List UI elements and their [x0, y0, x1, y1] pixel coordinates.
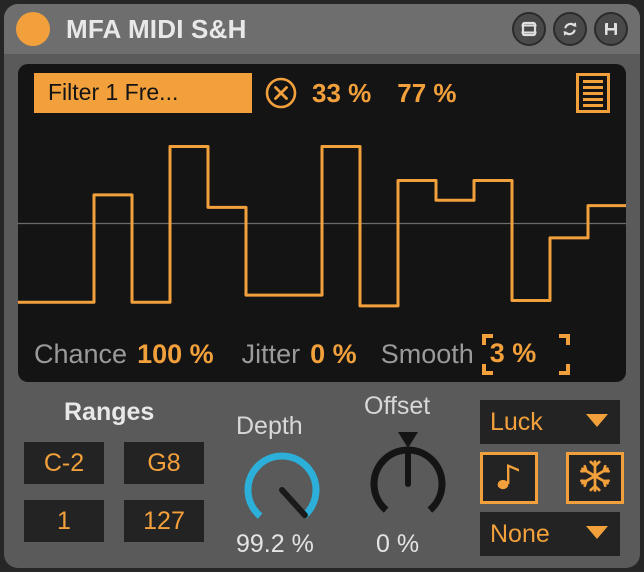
- selection-corner-icon: [559, 364, 571, 375]
- selection-corner-icon: [481, 364, 493, 375]
- title-bar: MFA MIDI S&H: [4, 4, 640, 54]
- title-bar-actions: [512, 12, 628, 46]
- list-menu-icon: [583, 97, 603, 101]
- sync-dropdown[interactable]: None: [480, 512, 620, 556]
- power-led[interactable]: [16, 12, 50, 46]
- circle-x-icon: [264, 77, 298, 114]
- mode-dropdown[interactable]: Luck: [480, 400, 620, 444]
- chance-value[interactable]: 100 %: [137, 339, 214, 370]
- sync-dropdown-value: None: [490, 519, 550, 548]
- note-toggle[interactable]: [480, 452, 538, 504]
- offset-knob-svg: [370, 432, 446, 513]
- refresh-sync-icon: [560, 19, 580, 39]
- selection-corner-icon: [481, 334, 493, 345]
- chevron-down-icon: [584, 412, 610, 433]
- waveform-trace: [18, 145, 626, 308]
- range-velocity-low[interactable]: 1: [24, 500, 104, 542]
- smooth-value-selected[interactable]: 3 %: [481, 334, 571, 375]
- chance-label: Chance: [34, 339, 128, 369]
- device-panel: MFA MIDI S&H Filter 1 Fre... 33 % 77 % C…: [4, 4, 640, 568]
- target-parameter-button[interactable]: Filter 1 Fre...: [34, 73, 252, 113]
- mode-dropdown-value: Luck: [490, 407, 543, 436]
- smooth-value: 3 %: [489, 338, 537, 368]
- depth-knob-svg: [244, 452, 320, 519]
- list-menu-icon: [583, 79, 603, 83]
- display-footer: Chance 100 % Jitter 0 % Smooth 3 %: [18, 327, 626, 382]
- chevron-down-icon: [584, 524, 610, 545]
- music-note-icon: [494, 459, 524, 498]
- smooth-label: Smooth: [380, 339, 474, 369]
- selection-corner-icon: [559, 334, 571, 345]
- waveform-display[interactable]: [18, 122, 626, 327]
- range-velocity-high[interactable]: 127: [124, 500, 204, 542]
- offset-value[interactable]: 0 %: [376, 530, 419, 559]
- offset-marker-triangle-icon: [398, 432, 418, 448]
- depth-needle: [279, 487, 308, 519]
- depth-knob[interactable]: [240, 448, 324, 532]
- device-rack-icon: [519, 19, 539, 39]
- ranges-title: Ranges: [64, 398, 155, 426]
- range-note-low[interactable]: C-2: [24, 442, 104, 484]
- jitter-label: Jitter: [241, 339, 301, 369]
- clear-target-button[interactable]: [264, 76, 298, 110]
- jitter-value[interactable]: 0 %: [310, 339, 357, 370]
- device-rack-button[interactable]: [512, 12, 546, 46]
- snowflake-icon: [578, 459, 612, 498]
- display-toolbar: Filter 1 Fre... 33 % 77 %: [18, 64, 626, 122]
- display-panel: Filter 1 Fre... 33 % 77 % Chance 100 % J…: [18, 64, 626, 382]
- floppy-save-icon: [601, 19, 621, 39]
- list-menu-button[interactable]: [576, 73, 610, 113]
- range-max-percent[interactable]: 77 %: [397, 78, 456, 109]
- range-min-percent[interactable]: 33 %: [312, 78, 371, 109]
- reload-button[interactable]: [553, 12, 587, 46]
- list-menu-icon: [583, 103, 603, 107]
- offset-knob[interactable]: [366, 428, 450, 526]
- device-title: MFA MIDI S&H: [66, 13, 247, 44]
- waveform-svg: [18, 145, 626, 308]
- freeze-toggle[interactable]: [566, 452, 624, 504]
- offset-label: Offset: [364, 392, 431, 420]
- depth-label: Depth: [236, 412, 303, 440]
- control-section: Ranges C-2 G8 1 127 Depth 99.2 % Offset …: [4, 390, 640, 568]
- depth-value[interactable]: 99.2 %: [236, 530, 314, 559]
- save-button[interactable]: [594, 12, 628, 46]
- list-menu-icon: [583, 91, 603, 95]
- depth-arc: [244, 452, 320, 519]
- range-note-high[interactable]: G8: [124, 442, 204, 484]
- list-menu-icon: [583, 85, 603, 89]
